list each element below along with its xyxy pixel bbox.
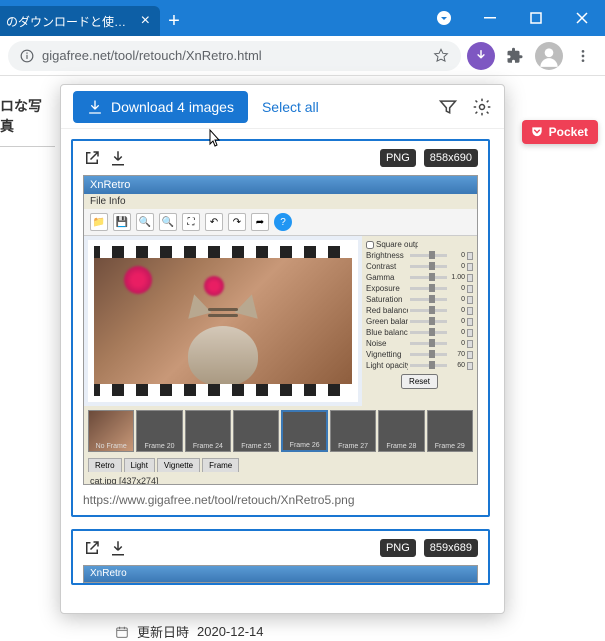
screenshot-preview: XnRetro File Info 📁 💾 🔍 🔍 ⛶ ↶ ↷ ➦ ? <box>83 175 478 485</box>
window-titlebar: のダウンロードと使い方 - k × + <box>0 0 605 36</box>
address-bar: gigafree.net/tool/retouch/XnRetro.html <box>0 36 605 76</box>
calendar-icon <box>115 625 129 639</box>
format-badge: PNG <box>380 539 416 557</box>
sliders-panel: Square output Brightness0 Contrast0 Gamm… <box>362 236 477 406</box>
app-menu: File Info <box>84 194 477 209</box>
url-text: gigafree.net/tool/retouch/XnRetro.html <box>42 48 262 63</box>
tab-title: のダウンロードと使い方 - k <box>6 13 133 30</box>
update-label: 更新日時 <box>137 622 189 641</box>
image-url: https://www.gigafree.net/tool/retouch/Xn… <box>73 485 488 515</box>
popup-body[interactable]: PNG 858x690 XnRetro File Info 📁 💾 🔍 🔍 ⛶ … <box>61 129 504 613</box>
format-badge: PNG <box>380 149 416 167</box>
pocket-label: Pocket <box>549 125 588 139</box>
status-bar: cat.jpg [437x274] <box>84 474 477 485</box>
image-preview <box>88 240 358 402</box>
screenshot-preview: XnRetro <box>83 565 478 583</box>
profile-avatar[interactable] <box>535 42 563 70</box>
dimensions-badge: 858x690 <box>424 149 478 167</box>
open-icon[interactable] <box>83 539 101 557</box>
new-tab-button[interactable]: + <box>160 6 188 36</box>
page-heading: ロな写真 <box>0 86 55 147</box>
close-icon[interactable]: × <box>141 12 150 30</box>
star-icon[interactable] <box>433 48 449 64</box>
image-card[interactable]: PNG 859x689 XnRetro <box>71 529 490 585</box>
help-icon: ? <box>274 213 292 231</box>
gear-icon[interactable] <box>472 97 492 117</box>
filter-icon[interactable] <box>438 97 458 117</box>
minimize-button[interactable] <box>467 0 513 36</box>
open-icon[interactable] <box>83 149 101 167</box>
select-all-link[interactable]: Select all <box>262 99 319 115</box>
url-field[interactable]: gigafree.net/tool/retouch/XnRetro.html <box>8 41 461 71</box>
extensions-puzzle-icon[interactable] <box>501 42 529 70</box>
app-toolbar: 📁 💾 🔍 🔍 ⛶ ↶ ↷ ➦ ? <box>84 209 477 236</box>
frames-row: No Frame Frame 20 Frame 24 Frame 25 Fram… <box>84 406 477 456</box>
rotate-left-icon: ↶ <box>205 213 223 231</box>
rotate-right-icon: ↷ <box>228 213 246 231</box>
download-label: Download 4 images <box>111 99 234 115</box>
open-tool-icon: 📁 <box>90 213 108 231</box>
zoom-in-icon: 🔍 <box>136 213 154 231</box>
save-tool-icon: 💾 <box>113 213 131 231</box>
reset-button: Reset <box>401 374 438 389</box>
download-icon <box>87 99 103 115</box>
pocket-button[interactable]: Pocket <box>522 120 598 144</box>
extension-icon[interactable] <box>467 42 495 70</box>
site-info-icon[interactable] <box>20 49 34 63</box>
window-close-button[interactable] <box>559 0 605 36</box>
account-indicator-icon[interactable] <box>421 0 467 36</box>
popup-toolbar: Download 4 images Select all <box>61 85 504 129</box>
pocket-icon <box>530 125 544 139</box>
app-title: XnRetro <box>84 176 477 194</box>
update-row: 更新日時 2020-12-14 <box>115 622 264 641</box>
dimensions-badge: 859x689 <box>424 539 478 557</box>
menu-icon[interactable] <box>569 42 597 70</box>
download-icon[interactable] <box>109 539 127 557</box>
zoom-out-icon: 🔍 <box>159 213 177 231</box>
maximize-button[interactable] <box>513 0 559 36</box>
fit-icon: ⛶ <box>182 213 200 231</box>
share-icon: ➦ <box>251 213 269 231</box>
update-date: 2020-12-14 <box>197 624 264 639</box>
download-icon[interactable] <box>109 149 127 167</box>
browser-tab[interactable]: のダウンロードと使い方 - k × <box>0 6 160 36</box>
image-card[interactable]: PNG 858x690 XnRetro File Info 📁 💾 🔍 🔍 ⛶ … <box>71 139 490 517</box>
download-button[interactable]: Download 4 images <box>73 91 248 123</box>
bottom-tabs: Retro Light Vignette Frame <box>84 456 477 474</box>
image-downloader-popup: Download 4 images Select all PNG 858x690… <box>60 84 505 614</box>
